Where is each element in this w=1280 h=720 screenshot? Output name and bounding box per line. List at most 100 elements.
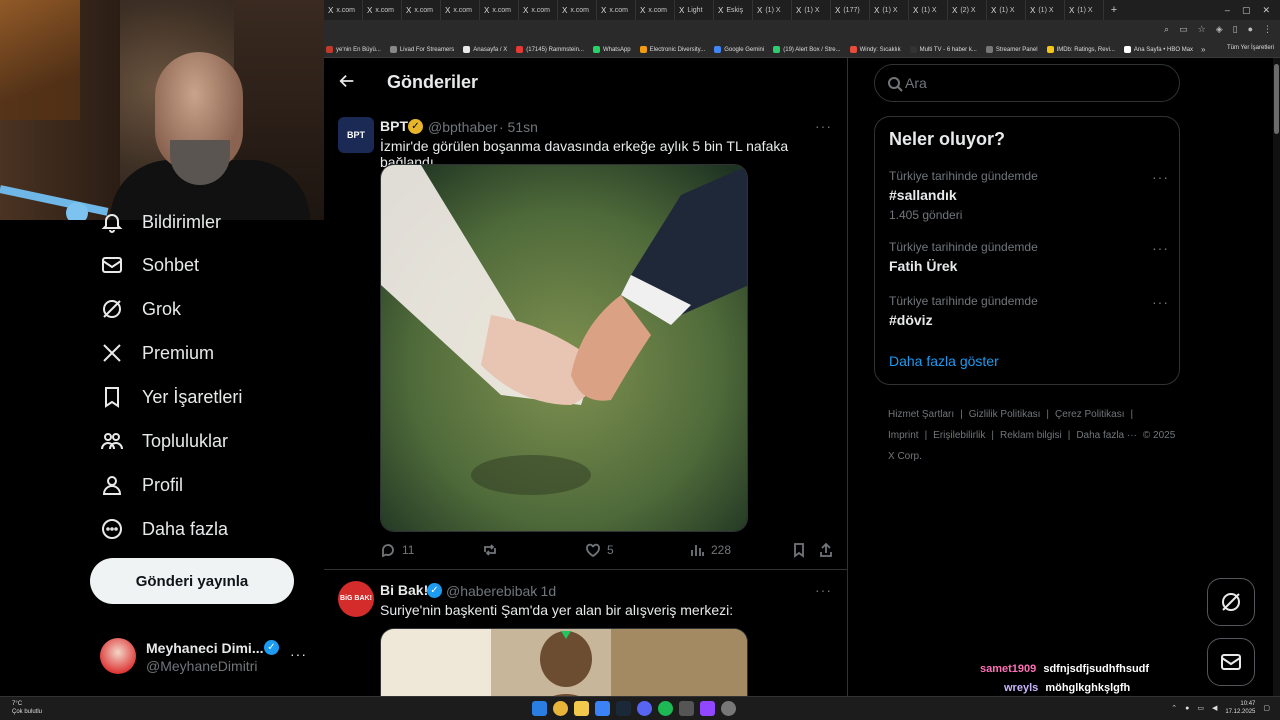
all-bookmarks-folder[interactable]: Tüm Yer İşaretleri bbox=[1227, 45, 1274, 51]
sidepanel-icon[interactable]: ▯ bbox=[1233, 24, 1238, 35]
like-button[interactable]: 5 bbox=[585, 542, 614, 558]
bookmark-item[interactable]: IMDb: Ratings, Revi... bbox=[1046, 46, 1115, 53]
tweet-author-name[interactable]: Bi Bak! bbox=[380, 582, 428, 598]
tweet-more-icon[interactable]: ··· bbox=[815, 118, 832, 134]
browser-tab[interactable]: Xx.com bbox=[402, 0, 441, 20]
back-button[interactable] bbox=[338, 72, 358, 92]
browser-tab[interactable]: X (1) X bbox=[792, 0, 831, 20]
trend-more-icon[interactable]: ··· bbox=[1152, 294, 1169, 310]
browser-tab[interactable]: X (177) bbox=[831, 0, 870, 20]
search-input[interactable]: Ara bbox=[874, 64, 1180, 102]
footer-link[interactable]: Reklam bilgisi bbox=[1000, 430, 1062, 441]
trend-item[interactable]: Türkiye tarihinde gündemde #sallandık 1.… bbox=[889, 169, 1169, 222]
tweet-time[interactable]: · 51sn bbox=[499, 119, 538, 135]
notifications-icon[interactable]: ▢ bbox=[1263, 704, 1270, 712]
browser-tab[interactable]: X (1) X bbox=[909, 0, 948, 20]
trend-item[interactable]: Türkiye tarihinde gündemde Fatih Ürek ··… bbox=[889, 240, 1169, 274]
zoom-icon[interactable]: ⌕ bbox=[1164, 24, 1169, 35]
star-icon[interactable]: ☆ bbox=[1198, 24, 1206, 35]
sidebar-item-bookmarks[interactable]: Yer İşaretleri bbox=[100, 379, 242, 415]
tweet[interactable]: BPT BPT ✓ @bpthaber · 51sn ··· İzmir'de … bbox=[324, 108, 847, 570]
mic-icon[interactable]: ● bbox=[1185, 705, 1189, 712]
bookmark-item[interactable]: Livad For Streamers bbox=[389, 46, 454, 53]
obs-icon[interactable] bbox=[679, 701, 694, 716]
bookmark-item[interactable]: Electronic Diversity... bbox=[639, 46, 705, 53]
sidebar-item-communities[interactable]: Topluluklar bbox=[100, 423, 228, 459]
browser-tab[interactable]: X Light bbox=[675, 0, 714, 20]
steam-icon[interactable] bbox=[616, 701, 631, 716]
tweet-time[interactable]: · 1d bbox=[532, 583, 556, 599]
browser-tab[interactable]: Xx.com bbox=[363, 0, 402, 20]
spotify-icon[interactable] bbox=[658, 701, 673, 716]
tweet-author-name[interactable]: BPT bbox=[380, 118, 408, 134]
footer-link[interactable]: Erişilebilirlik bbox=[933, 430, 985, 441]
messages-fab-button[interactable] bbox=[1207, 638, 1255, 686]
trend-item[interactable]: Türkiye tarihinde gündemde #döviz ··· bbox=[889, 294, 1169, 328]
grok-fab-button[interactable] bbox=[1207, 578, 1255, 626]
tweet-author-handle[interactable]: @haberebibak bbox=[446, 583, 537, 599]
bookmark-item[interactable]: Ana Sayfa • HBO Max bbox=[1123, 46, 1193, 53]
bookmark-item[interactable]: Google Gemini bbox=[714, 46, 764, 53]
bookmark-item[interactable]: WhatsApp bbox=[592, 46, 631, 53]
page-scrollbar[interactable] bbox=[1273, 58, 1280, 696]
sidebar-item-premium[interactable]: Premium bbox=[100, 335, 214, 371]
sidebar-item-more[interactable]: Daha fazla bbox=[100, 511, 228, 547]
cast-icon[interactable]: ▭ bbox=[1179, 24, 1188, 35]
views-button[interactable]: 228 bbox=[689, 542, 731, 558]
account-more-icon[interactable]: ··· bbox=[290, 646, 307, 662]
chrome-icon[interactable] bbox=[553, 701, 568, 716]
bookmark-item[interactable]: ye'nin En Büyü... bbox=[326, 46, 381, 53]
extensions-icon[interactable]: ◈ bbox=[1216, 24, 1223, 35]
browser-tab[interactable]: Xx.com bbox=[519, 0, 558, 20]
tweet-more-icon[interactable]: ··· bbox=[815, 582, 832, 598]
browser-tab[interactable]: X (1) X bbox=[870, 0, 909, 20]
tweet-avatar[interactable]: BPT bbox=[338, 117, 374, 153]
browser-tab[interactable]: X (2) X bbox=[948, 0, 987, 20]
discord-icon[interactable] bbox=[637, 701, 652, 716]
settings-gear-icon[interactable] bbox=[721, 701, 736, 716]
clock[interactable]: 10:47 17.12.2025 bbox=[1225, 700, 1255, 716]
bookmark-item[interactable]: Windy: Sıcaklık bbox=[849, 46, 901, 53]
sidebar-item-chat[interactable]: Sohbet bbox=[100, 247, 199, 283]
tweet-avatar[interactable]: BiG BAK! bbox=[338, 581, 374, 617]
scrollbar-thumb[interactable] bbox=[1274, 64, 1279, 134]
browser-tab[interactable]: X (1) X bbox=[1065, 0, 1104, 20]
trend-more-icon[interactable]: ··· bbox=[1152, 240, 1169, 256]
sidebar-item-notifications[interactable]: Bildirimler bbox=[100, 204, 221, 240]
repost-button[interactable] bbox=[482, 542, 504, 558]
browser-tab[interactable]: Xx.com bbox=[324, 0, 363, 20]
browser-tab[interactable]: Xx.com bbox=[597, 0, 636, 20]
share-button[interactable] bbox=[818, 542, 834, 558]
footer-link[interactable]: Hizmet Şartları bbox=[888, 409, 954, 420]
bookmark-button[interactable] bbox=[791, 542, 807, 558]
account-switcher[interactable]: Meyhaneci Dimi... ✓ @MeyhaneDimitri ··· bbox=[100, 636, 315, 680]
tweet-author-handle[interactable]: @bpthaber bbox=[428, 119, 497, 135]
bookmark-item[interactable]: Streamer Panel bbox=[985, 46, 1038, 53]
trend-more-icon[interactable]: ··· bbox=[1152, 169, 1169, 185]
browser-tab[interactable]: Xx.com bbox=[441, 0, 480, 20]
sidebar-item-grok[interactable]: Grok bbox=[100, 291, 181, 327]
profile-icon[interactable]: ● bbox=[1248, 24, 1253, 35]
browser-tab[interactable]: X (1) X bbox=[987, 0, 1026, 20]
sidebar-item-profile[interactable]: Profil bbox=[100, 467, 183, 503]
browser-menu-icon[interactable]: ⋮ bbox=[1263, 24, 1272, 35]
maximize-icon[interactable]: ▢ bbox=[1242, 5, 1251, 16]
bookmark-item[interactable]: Multi TV - 6 haber k... bbox=[909, 46, 977, 53]
weather-widget[interactable]: 7°C Çok bulutlu bbox=[12, 700, 42, 716]
edge-icon[interactable] bbox=[595, 701, 610, 716]
streaming-app-icon[interactable] bbox=[700, 701, 715, 716]
bookmark-item[interactable]: Anasayfa / X bbox=[463, 46, 507, 53]
tweet-image[interactable] bbox=[380, 164, 748, 532]
tray-chevron-icon[interactable]: ⌃ bbox=[1171, 704, 1177, 712]
file-explorer-icon[interactable] bbox=[574, 701, 589, 716]
footer-link[interactable]: Daha fazla ··· bbox=[1076, 430, 1137, 441]
close-window-icon[interactable]: ✕ bbox=[1262, 5, 1270, 16]
new-tab-button[interactable]: + bbox=[1104, 4, 1124, 16]
start-icon[interactable] bbox=[532, 701, 547, 716]
tweet[interactable]: BiG BAK! Bi Bak! ✓ @haberebibak · 1d ···… bbox=[324, 571, 847, 696]
browser-tab[interactable]: X Eskiş bbox=[714, 0, 753, 20]
post-button[interactable]: Gönderi yayınla bbox=[90, 558, 294, 604]
reply-button[interactable]: 11 bbox=[380, 542, 414, 558]
bookmark-item[interactable]: (19) Alert Box / Stre... bbox=[773, 46, 841, 53]
browser-tab[interactable]: Xx.com bbox=[558, 0, 597, 20]
